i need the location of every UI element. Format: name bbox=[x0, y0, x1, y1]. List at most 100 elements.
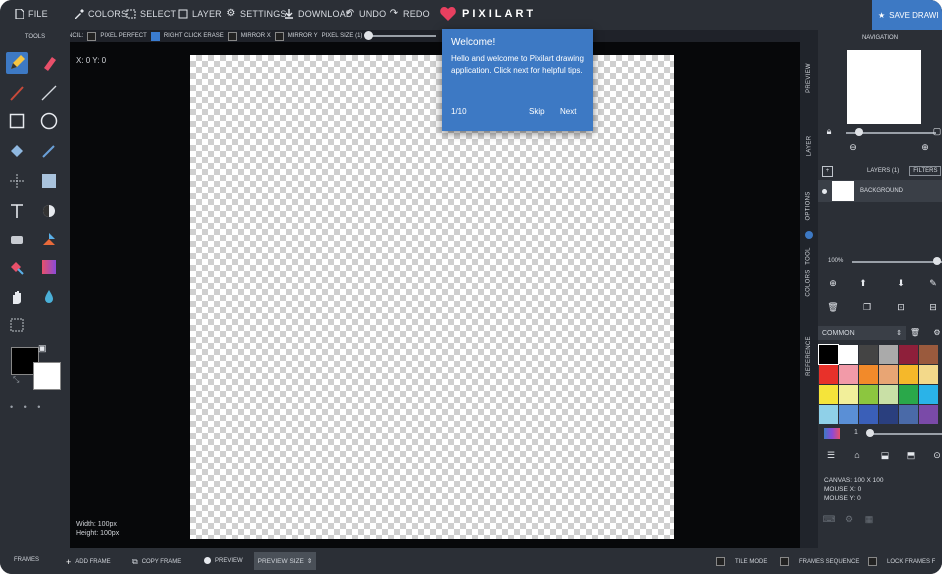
next-button[interactable]: Next bbox=[560, 107, 576, 116]
mirror-y-checkbox[interactable] bbox=[274, 31, 284, 41]
menu-colors[interactable]: COLORS bbox=[74, 9, 127, 19]
tab-options[interactable]: OPTIONS bbox=[800, 178, 818, 234]
bucket-icon[interactable]: ⌂ bbox=[850, 450, 864, 460]
color-swatch[interactable] bbox=[879, 405, 898, 424]
merge-icon[interactable]: ⊡ bbox=[894, 302, 908, 313]
list-icon[interactable]: ☰ bbox=[824, 450, 838, 461]
fill-bucket-tool[interactable] bbox=[6, 140, 28, 162]
color-swatch[interactable] bbox=[819, 385, 838, 404]
edit-icon[interactable]: ✎ bbox=[926, 278, 940, 289]
keyboard-icon[interactable]: ⌨ bbox=[822, 514, 836, 525]
lock-frames-checkbox[interactable] bbox=[868, 557, 877, 566]
select-rectangle-tool[interactable] bbox=[38, 170, 60, 192]
hand-tool[interactable] bbox=[6, 286, 28, 308]
more-tools-icon[interactable]: • • • bbox=[10, 402, 44, 412]
preview-size-select[interactable]: PREVIEW SIZE ⇕ bbox=[254, 552, 316, 570]
right-click-erase-checkbox[interactable] bbox=[150, 31, 160, 41]
shade-tool[interactable] bbox=[38, 228, 60, 250]
color-swatch[interactable] bbox=[839, 405, 858, 424]
export-layer-icon[interactable]: ⊟ bbox=[926, 302, 940, 313]
skip-button[interactable]: Skip bbox=[529, 107, 545, 116]
move-down-icon[interactable]: ⬇ bbox=[894, 278, 908, 289]
color-swatch[interactable] bbox=[899, 365, 918, 384]
line-tool[interactable] bbox=[38, 82, 60, 104]
menu-select[interactable]: SELECT bbox=[126, 9, 176, 19]
delete-palette-icon[interactable]: 🗑︎ bbox=[908, 328, 922, 337]
mirror-x-checkbox[interactable] bbox=[227, 31, 237, 41]
crop-tool[interactable] bbox=[6, 314, 28, 336]
text-tool[interactable] bbox=[6, 200, 28, 222]
color-swatch[interactable] bbox=[919, 345, 938, 364]
color-swatch[interactable] bbox=[859, 405, 878, 424]
circle-tool[interactable] bbox=[38, 110, 60, 132]
eraser-tool[interactable] bbox=[38, 52, 60, 74]
color-swatch[interactable] bbox=[919, 405, 938, 424]
brush-tool[interactable] bbox=[6, 82, 28, 104]
color-swatch[interactable] bbox=[839, 345, 858, 364]
pixel-size-slider[interactable] bbox=[364, 31, 437, 40]
tab-reference[interactable]: REFERENCE bbox=[800, 320, 818, 392]
add-frame-button[interactable]: + ADD FRAME bbox=[66, 557, 111, 567]
palette-select[interactable]: COMMON ⇕ bbox=[818, 326, 906, 340]
grid-icon[interactable]: ▦ bbox=[862, 514, 876, 525]
save-drawing-button[interactable]: ★ SAVE DRAWI bbox=[872, 0, 942, 30]
brush-size-slider-knob[interactable] bbox=[866, 429, 874, 437]
navigation-preview[interactable] bbox=[847, 50, 921, 124]
frames-sequence-checkbox[interactable] bbox=[780, 557, 789, 566]
layer-visibility-icon[interactable] bbox=[822, 188, 827, 194]
fit-icon[interactable]: ▢ bbox=[930, 126, 942, 137]
palette-gradient-icon[interactable] bbox=[824, 428, 840, 439]
opacity-slider-knob[interactable] bbox=[933, 257, 941, 265]
frames-sequence-toggle[interactable]: FRAMES SEQUENCE bbox=[780, 557, 859, 566]
gear-icon[interactable]: ⚙ bbox=[842, 514, 856, 525]
preview-button[interactable]: PREVIEW bbox=[204, 557, 243, 564]
tab-layer[interactable]: LAYER bbox=[800, 122, 818, 170]
menu-layer[interactable]: LAYER bbox=[178, 9, 222, 19]
lock-frames-toggle[interactable]: LOCK FRAMES F bbox=[868, 557, 935, 566]
layer-row[interactable]: BACKGROUND bbox=[818, 180, 942, 202]
pixel-perfect-checkbox[interactable] bbox=[87, 31, 97, 41]
gradient-tool[interactable] bbox=[38, 256, 60, 278]
menu-undo[interactable]: ↶ UNDO bbox=[345, 9, 386, 20]
tab-preview[interactable]: PREVIEW bbox=[800, 48, 818, 108]
color-swatch[interactable] bbox=[859, 345, 878, 364]
copy-frame-button[interactable]: ⧉ COPY FRAME bbox=[132, 557, 181, 567]
menu-download[interactable]: DOWNLOAD bbox=[284, 9, 353, 19]
tile-mode-toggle[interactable]: TILE MODE bbox=[716, 557, 767, 566]
color-swatch[interactable] bbox=[899, 385, 918, 404]
color-swatch[interactable] bbox=[899, 405, 918, 424]
filters-button[interactable]: FILTERS bbox=[909, 166, 942, 176]
add-icon[interactable]: ⊕ bbox=[826, 278, 840, 289]
menu-settings[interactable]: ⚙ SETTINGS bbox=[226, 9, 287, 20]
frames-label[interactable]: FRAMES bbox=[14, 557, 39, 563]
lock-icon[interactable]: 🔒︎ bbox=[822, 126, 836, 137]
add-layer-icon[interactable]: + bbox=[822, 165, 833, 177]
color-swatch[interactable] bbox=[839, 365, 858, 384]
color-swatch[interactable] bbox=[818, 344, 839, 365]
color-swatch[interactable] bbox=[879, 385, 898, 404]
menu-file[interactable]: FILE bbox=[14, 8, 48, 20]
pencil-tool[interactable] bbox=[6, 52, 28, 74]
brush-size-slider[interactable] bbox=[868, 433, 942, 435]
color-swatch[interactable] bbox=[819, 405, 838, 424]
stamp-tool[interactable] bbox=[6, 228, 28, 250]
color-swatch[interactable] bbox=[899, 345, 918, 364]
zoom-out-icon[interactable]: ⊖ bbox=[846, 142, 860, 153]
move-up-icon[interactable]: ⬆ bbox=[856, 278, 870, 289]
zoom-slider-knob[interactable] bbox=[855, 128, 863, 136]
dither-tool[interactable] bbox=[38, 200, 60, 222]
color-swatch[interactable] bbox=[919, 385, 938, 404]
import-icon[interactable]: ⬓ bbox=[878, 450, 892, 461]
rectangle-tool[interactable] bbox=[6, 110, 28, 132]
pixel-size-slider-knob[interactable] bbox=[364, 31, 374, 40]
replace-color-tool[interactable] bbox=[6, 256, 28, 278]
swap-colors-icon[interactable]: ▣ bbox=[38, 343, 47, 354]
color-swatch[interactable] bbox=[839, 385, 858, 404]
duplicate-icon[interactable]: ❐ bbox=[860, 302, 874, 313]
zoom-in-icon[interactable]: ⊕ bbox=[918, 142, 932, 153]
move-tool[interactable] bbox=[6, 170, 28, 192]
opacity-slider[interactable] bbox=[852, 261, 942, 263]
color-swatch[interactable] bbox=[819, 365, 838, 384]
secondary-color-swatch[interactable] bbox=[33, 362, 61, 390]
color-swatch[interactable] bbox=[859, 365, 878, 384]
